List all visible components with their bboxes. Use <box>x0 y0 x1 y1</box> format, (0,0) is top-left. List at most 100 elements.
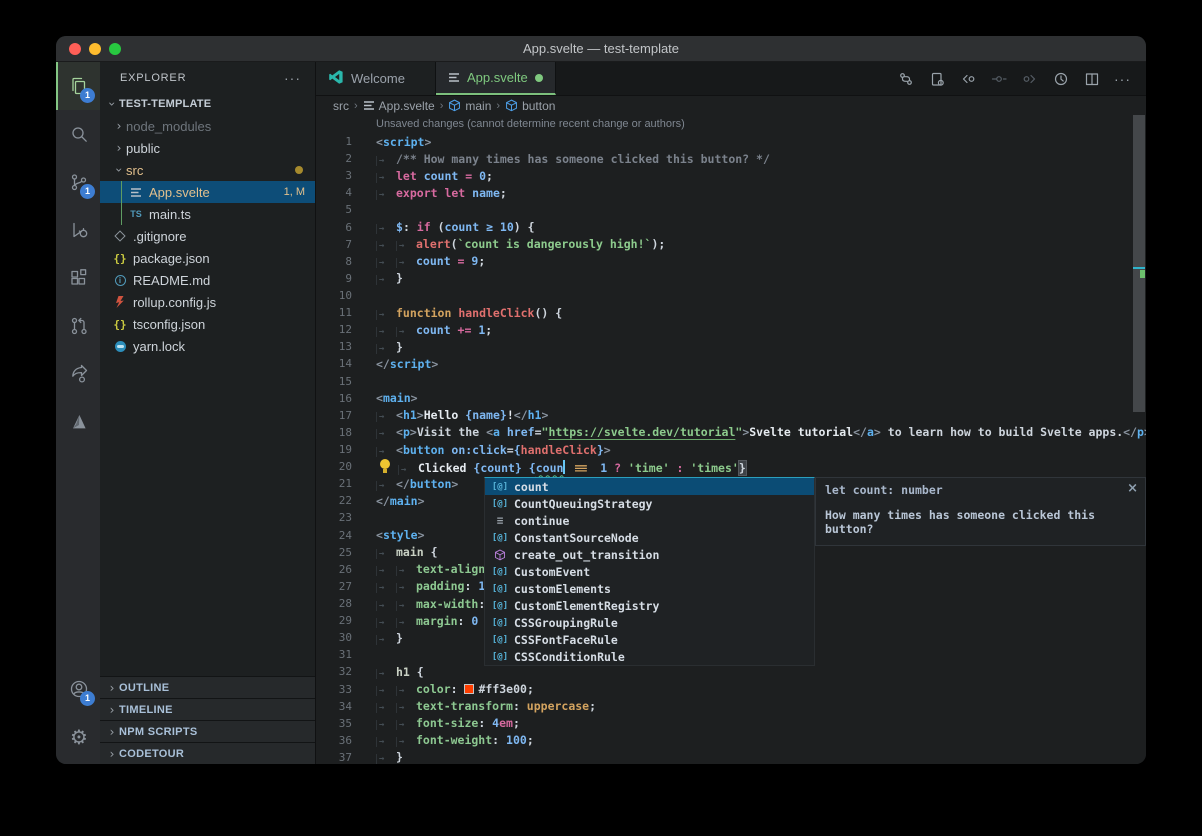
section-codetour[interactable]: ›CODETOUR <box>100 742 315 764</box>
activity-item-live-share[interactable] <box>56 350 100 398</box>
line-number[interactable]: 15 <box>316 375 376 388</box>
activity-item-source-control[interactable]: 1 <box>56 158 100 206</box>
tree-row-src[interactable]: ›src <box>100 159 315 181</box>
code-editor[interactable]: Unsaved changes (cannot determine recent… <box>316 115 1146 764</box>
line-number[interactable]: 30 <box>316 631 376 644</box>
line-number[interactable]: 33 <box>316 683 376 696</box>
line-number[interactable]: 20 <box>316 460 376 473</box>
code-line[interactable]: 19→<button on:click={handleClick}> <box>316 441 1132 458</box>
line-number[interactable]: 23 <box>316 511 376 524</box>
tree-row-readme-md[interactable]: iREADME.md <box>100 269 315 291</box>
action-gitlens-compare[interactable] <box>892 66 919 92</box>
breadcrumb-item-app-svelte[interactable]: App.svelte <box>363 99 435 113</box>
zoom-window-button[interactable] <box>109 43 121 55</box>
line-number[interactable]: 24 <box>316 529 376 542</box>
line-number[interactable]: 37 <box>316 751 376 764</box>
code-line[interactable]: 8→→count = 9; <box>316 253 1132 270</box>
code-line[interactable]: 1<script> <box>316 133 1132 150</box>
breadcrumb-item-main[interactable]: main <box>448 99 491 113</box>
line-number[interactable]: 27 <box>316 580 376 593</box>
code-line[interactable]: 35→→font-size: 4em; <box>316 715 1132 732</box>
line-number[interactable]: 2 <box>316 152 376 165</box>
line-number[interactable]: 29 <box>316 614 376 627</box>
code-line[interactable]: 13→} <box>316 338 1132 355</box>
line-number[interactable]: 18 <box>316 426 376 439</box>
code-line[interactable]: 17→<h1>Hello {name}!</h1> <box>316 407 1132 424</box>
line-number[interactable]: 16 <box>316 392 376 405</box>
code-line[interactable]: 4→export let name; <box>316 184 1132 201</box>
line-number[interactable]: 14 <box>316 357 376 370</box>
close-window-button[interactable] <box>69 43 81 55</box>
breadcrumb-item-button[interactable]: button <box>505 99 555 113</box>
line-number[interactable]: 7 <box>316 238 376 251</box>
section-npm-scripts[interactable]: ›NPM SCRIPTS <box>100 720 315 742</box>
activity-item-run-and-debug[interactable] <box>56 206 100 254</box>
action-split-editor[interactable] <box>1078 66 1105 92</box>
code-line[interactable]: 11→function handleClick() { <box>316 304 1132 321</box>
line-number[interactable]: 17 <box>316 409 376 422</box>
line-number[interactable]: 13 <box>316 340 376 353</box>
action-previous-change[interactable] <box>954 66 981 92</box>
suggest-item-constantsourcenode[interactable]: [@]ConstantSourceNode <box>485 529 814 546</box>
line-number[interactable]: 31 <box>316 648 376 661</box>
line-number[interactable]: 36 <box>316 734 376 747</box>
code-line[interactable]: 15 <box>316 373 1132 390</box>
code-line[interactable]: 14</script> <box>316 355 1132 372</box>
tree-row-app-svelte[interactable]: App.svelte1, M <box>100 181 315 203</box>
activity-item-github-pull-requests[interactable] <box>56 302 100 350</box>
suggest-item-continue[interactable]: ≡continue <box>485 512 814 529</box>
line-number[interactable]: 22 <box>316 494 376 507</box>
tree-row-public[interactable]: ›public <box>100 137 315 159</box>
line-number[interactable]: 12 <box>316 323 376 336</box>
tree-row-rollup-config-js[interactable]: rollup.config.js <box>100 291 315 313</box>
minimize-window-button[interactable] <box>89 43 101 55</box>
suggest-item-count[interactable]: [@]count <box>485 478 814 495</box>
line-number[interactable]: 28 <box>316 597 376 610</box>
line-number[interactable]: 6 <box>316 221 376 234</box>
tree-row-tsconfig-json[interactable]: {}tsconfig.json <box>100 313 315 335</box>
scrollbar-thumb[interactable] <box>1133 115 1145 412</box>
action-more-actions[interactable]: ··· <box>1109 66 1136 92</box>
tree-row-yarn-lock[interactable]: yarn.lock <box>100 335 315 357</box>
action-open-changes[interactable] <box>923 66 950 92</box>
suggest-item-customevent[interactable]: [@]CustomEvent <box>485 563 814 580</box>
code-line[interactable]: 6→$: if (count ≥ 10) { <box>316 219 1132 236</box>
line-number[interactable]: 19 <box>316 443 376 456</box>
activity-item-azure[interactable] <box>56 398 100 446</box>
tree-row-package-json[interactable]: {}package.json <box>100 247 315 269</box>
code-line[interactable]: 36→→font-weight: 100; <box>316 732 1132 749</box>
code-line[interactable]: 2→/** How many times has someone clicked… <box>316 150 1132 167</box>
tree-row-main-ts[interactable]: TSmain.ts <box>100 203 315 225</box>
code-line[interactable]: 37→} <box>316 749 1132 764</box>
line-number[interactable]: 35 <box>316 717 376 730</box>
line-number[interactable]: 10 <box>316 289 376 302</box>
line-number[interactable]: 34 <box>316 700 376 713</box>
tab-welcome[interactable]: Welcome <box>316 62 436 95</box>
code-line[interactable]: 7→→alert(`count is dangerously high!`); <box>316 236 1132 253</box>
suggest-item-cssgroupingrule[interactable]: [@]CSSGroupingRule <box>485 614 814 631</box>
line-number[interactable]: 8 <box>316 255 376 268</box>
suggest-item-cssfontfacerule[interactable]: [@]CSSFontFaceRule <box>485 631 814 648</box>
line-number[interactable]: 11 <box>316 306 376 319</box>
code-line[interactable]: 16<main> <box>316 390 1132 407</box>
code-line[interactable]: 3→let count = 0; <box>316 167 1132 184</box>
line-number[interactable]: 26 <box>316 563 376 576</box>
line-number[interactable]: 9 <box>316 272 376 285</box>
suggest-item-cssconditionrule[interactable]: [@]CSSConditionRule <box>485 648 814 665</box>
code-line[interactable]: 9→} <box>316 270 1132 287</box>
activity-item-explorer[interactable]: 1 <box>56 62 100 110</box>
code-line[interactable]: 5 <box>316 201 1132 218</box>
activity-item-accounts[interactable]: 1 <box>56 665 100 713</box>
code-line[interactable]: 34→→text-transform: uppercase; <box>316 698 1132 715</box>
activity-item-extensions[interactable] <box>56 254 100 302</box>
line-number[interactable]: 3 <box>316 169 376 182</box>
code-line[interactable]: 12→→count += 1; <box>316 321 1132 338</box>
editor-scrollbar[interactable] <box>1132 115 1146 764</box>
section-outline[interactable]: ›OUTLINE <box>100 676 315 698</box>
action-file-history[interactable] <box>1047 66 1074 92</box>
workspace-root-row[interactable]: › TEST-TEMPLATE <box>100 93 315 115</box>
tree-row--gitignore[interactable]: .gitignore <box>100 225 315 247</box>
suggest-item-customelementregistry[interactable]: [@]CustomElementRegistry <box>485 597 814 614</box>
activity-item-search[interactable] <box>56 110 100 158</box>
sidebar-more-actions-button[interactable]: ··· <box>284 73 301 83</box>
